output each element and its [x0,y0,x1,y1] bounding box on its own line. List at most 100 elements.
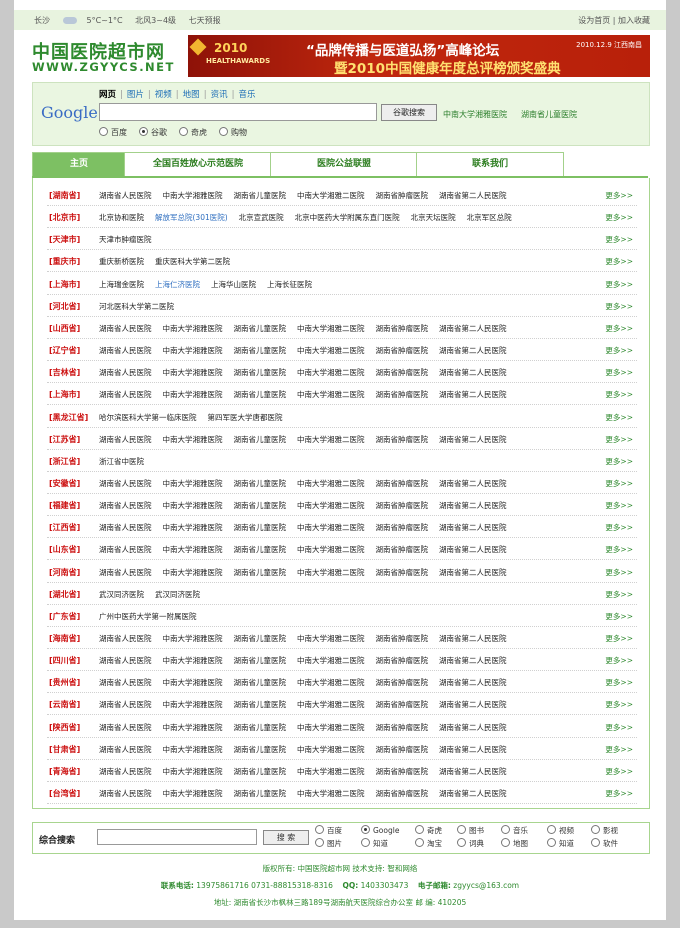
more-link[interactable]: 更多>> [605,323,633,334]
hospital-link[interactable]: 中南大学湘雅二医院 [297,324,365,333]
hospital-link[interactable]: 湖南省人民医院 [99,368,152,377]
hospital-link[interactable]: 湖南省肿瘤医院 [376,523,429,532]
search-tab[interactable]: 资讯 [211,90,228,100]
search-tab[interactable]: 图片 [127,90,144,100]
hospital-link[interactable]: 湖南省第二人民医院 [439,634,507,643]
province-name[interactable]: [福建省] [49,500,80,511]
hospital-link[interactable]: 湖南省第二人民医院 [439,479,507,488]
hospital-link[interactable]: 湖南省儿童医院 [234,656,287,665]
more-link[interactable]: 更多>> [605,500,633,511]
hospital-link[interactable]: 中南大学湘雅医院 [163,368,223,377]
nav-tab[interactable]: 医院公益联盟 [270,152,418,176]
forecast-link[interactable]: 七天预报 [189,16,221,25]
hospital-link[interactable]: 湖南省儿童医院 [234,745,287,754]
site-url-logo[interactable]: WWW.ZGYYCS.NET [32,60,175,74]
hospital-link[interactable]: 湖南省儿童医院 [234,634,287,643]
more-link[interactable]: 更多>> [605,234,633,245]
bottom-engine-radio[interactable]: 软件 [591,838,618,849]
hospital-link[interactable]: 上海仁济医院 [155,280,200,289]
hospital-link[interactable]: 中南大学湘雅医院 [163,745,223,754]
more-link[interactable]: 更多>> [605,190,633,201]
hospital-link[interactable]: 上海长征医院 [267,280,312,289]
hospital-link[interactable]: 中南大学湘雅二医院 [297,656,365,665]
hospital-link[interactable]: 湖南省儿童医院 [234,435,287,444]
province-name[interactable]: [上海市] [49,279,80,290]
hospital-link[interactable]: 湖南省肿瘤医院 [376,678,429,687]
province-name[interactable]: [湖北省] [49,589,80,600]
bottom-engine-radio[interactable]: 百度 [315,825,342,836]
bottom-engine-radio[interactable]: 图片 [315,838,342,849]
hospital-link[interactable]: 中南大学湘雅二医院 [297,390,365,399]
hospital-link[interactable]: 中南大学湘雅医院 [163,479,223,488]
hospital-link[interactable]: 湖南省人民医院 [99,634,152,643]
hospital-link[interactable]: 湖南省肿瘤医院 [376,568,429,577]
hospital-link[interactable]: 北京宣武医院 [239,213,284,222]
hospital-link[interactable]: 湖南省人民医院 [99,479,152,488]
hospital-link[interactable]: 湖南省儿童医院 [234,789,287,798]
more-link[interactable]: 更多>> [605,788,633,799]
more-link[interactable]: 更多>> [605,722,633,733]
hospital-link[interactable]: 湖南省第二人民医院 [439,745,507,754]
hospital-link[interactable]: 北京军区总院 [467,213,512,222]
hospital-link[interactable]: 湖南省人民医院 [99,545,152,554]
hospital-link[interactable]: 中南大学湘雅医院 [163,390,223,399]
province-name[interactable]: [山东省] [49,544,80,555]
hospital-link[interactable]: 中南大学湘雅二医院 [297,700,365,709]
hospital-link[interactable]: 武汉同济医院 [99,590,144,599]
hospital-link[interactable]: 中南大学湘雅医院 [163,346,223,355]
more-link[interactable]: 更多>> [605,544,633,555]
engine-radio[interactable]: 购物 [219,127,247,138]
hospital-link[interactable]: 中南大学湘雅医院 [163,767,223,776]
more-link[interactable]: 更多>> [605,633,633,644]
bottom-engine-radio[interactable]: 淘宝 [415,838,442,849]
hospital-link[interactable]: 湖南省儿童医院 [234,479,287,488]
hospital-link[interactable]: 湖南省人民医院 [99,191,152,200]
bottom-engine-radio[interactable]: 知道 [547,838,574,849]
hospital-link[interactable]: 湖南省人民医院 [99,523,152,532]
hospital-link[interactable]: 湖南省人民医院 [99,501,152,510]
hospital-link[interactable]: 湖南省第二人民医院 [439,346,507,355]
search-tab[interactable]: 网页 [99,90,116,100]
hospital-link[interactable]: 中南大学湘雅医院 [163,789,223,798]
hospital-link[interactable]: 湖南省儿童医院 [234,368,287,377]
hospital-link[interactable]: 广州中医药大学第一附属医院 [99,612,197,621]
set-home-link[interactable]: 设为首页 [578,16,610,25]
hospital-link[interactable]: 中南大学湘雅医院 [163,568,223,577]
engine-radio[interactable]: 谷歌 [139,127,167,138]
engine-radio[interactable]: 奇虎 [179,127,207,138]
hospital-link[interactable]: 中南大学湘雅二医院 [297,789,365,798]
province-name[interactable]: [青海省] [49,766,80,777]
hospital-link[interactable]: 湖南省人民医院 [99,324,152,333]
hospital-link[interactable]: 湖南省第二人民医院 [439,324,507,333]
hospital-link[interactable]: 湖南省肿瘤医院 [376,435,429,444]
hospital-link[interactable]: 中南大学湘雅医院 [163,501,223,510]
hospital-link[interactable]: 北京中医药大学附属东直门医院 [295,213,400,222]
province-name[interactable]: [北京市] [49,212,80,223]
hospital-link[interactable]: 中南大学湘雅医院 [163,700,223,709]
hospital-link[interactable]: 中南大学湘雅二医院 [297,435,365,444]
more-link[interactable]: 更多>> [605,744,633,755]
hospital-link[interactable]: 湖南省人民医院 [99,767,152,776]
more-link[interactable]: 更多>> [605,699,633,710]
more-link[interactable]: 更多>> [605,434,633,445]
hospital-link[interactable]: 湖南省人民医院 [99,346,152,355]
hospital-link[interactable]: 浙江省中医院 [99,457,144,466]
hospital-link[interactable]: 湖南省儿童医院 [234,545,287,554]
bottom-engine-radio[interactable]: 影视 [591,825,618,836]
hospital-link[interactable]: 武汉同济医院 [155,590,200,599]
hospital-link[interactable]: 中南大学湘雅医院 [163,435,223,444]
bottom-engine-radio[interactable]: 图书 [457,825,484,836]
hospital-link[interactable]: 湖南省儿童医院 [234,678,287,687]
hospital-link[interactable]: 中南大学湘雅二医院 [297,745,365,754]
hospital-link[interactable]: 湖南省肿瘤医院 [376,324,429,333]
hospital-link[interactable]: 湖南省肿瘤医院 [376,479,429,488]
province-name[interactable]: [上海市] [49,389,80,400]
hospital-link[interactable]: 中南大学湘雅二医院 [297,191,365,200]
nav-tab[interactable]: 主页 [32,152,126,176]
bottom-search-input[interactable] [97,829,257,845]
hospital-link[interactable]: 湖南省第二人民医院 [439,435,507,444]
hospital-link[interactable]: 湖南省人民医院 [99,656,152,665]
award-banner[interactable]: 2010 HEALTHAWARDS “品牌传播与医道弘扬”高峰论坛 暨2010中… [188,35,650,77]
province-name[interactable]: [四川省] [49,655,80,666]
hospital-link[interactable]: 湖南省肿瘤医院 [376,656,429,665]
